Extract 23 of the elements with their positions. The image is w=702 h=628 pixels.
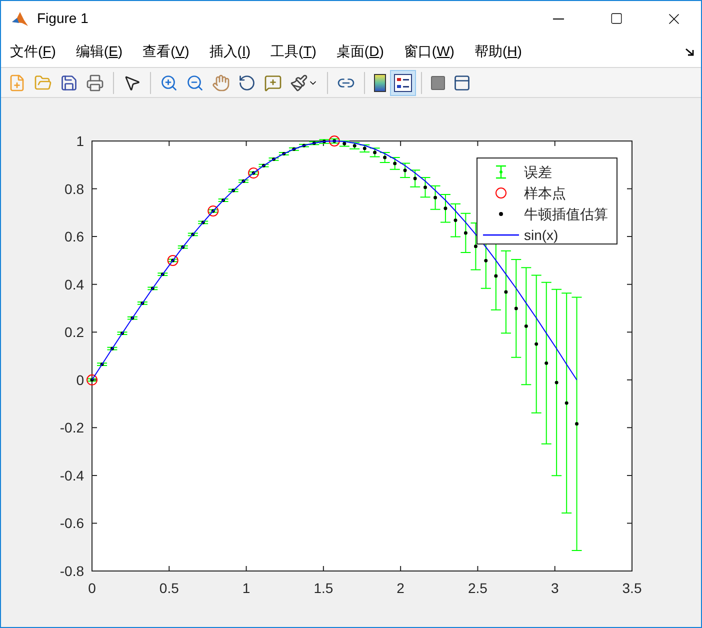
axis-tick-label: 1.5 — [314, 580, 334, 596]
axis-tick-label: 0 — [88, 580, 96, 596]
axis-tick-label: 0.5 — [159, 580, 179, 596]
axis-tick-label: -0.8 — [60, 563, 84, 579]
legend-label: 样本点 — [524, 185, 566, 201]
axis-tick-label: 1 — [76, 133, 84, 149]
axis-tick-label: 0.8 — [64, 180, 84, 197]
axis-tick-label: -0.2 — [60, 420, 84, 436]
axis-tick-label: 0 — [76, 372, 84, 388]
axis-tick-label: 1 — [242, 580, 250, 596]
legend-label: 牛顿插值估算 — [524, 206, 608, 222]
axis-tick-label: 2.5 — [468, 580, 488, 596]
axis-tick-label: -0.4 — [60, 467, 84, 484]
axis-tick-label: 0.4 — [64, 276, 84, 292]
axis-tick-label: 3 — [550, 580, 559, 596]
legend-label: 误差 — [524, 164, 552, 180]
axis-tick-label: 0.6 — [64, 228, 84, 245]
axis-tick-label: 2 — [396, 580, 404, 596]
window-title: Figure 1 — [37, 9, 88, 28]
axis-tick-label: -0.6 — [60, 515, 84, 532]
axis-tick-label: 0.2 — [64, 324, 84, 340]
axis-tick-label: 3.5 — [622, 580, 642, 596]
legend-label: sin(x) — [524, 227, 558, 243]
